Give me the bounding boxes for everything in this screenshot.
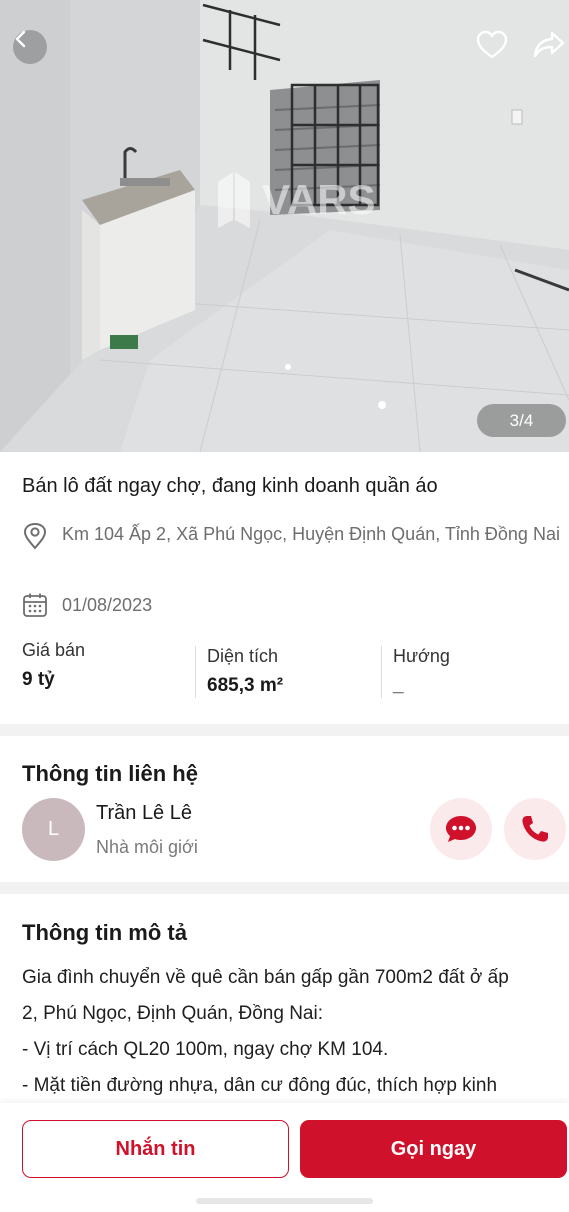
map-pin-icon: [23, 522, 47, 550]
agent-role: Nhà môi giới: [96, 837, 198, 857]
share-icon: [533, 31, 565, 58]
stat-direction-label: Hướng: [393, 646, 450, 666]
back-button[interactable]: [13, 30, 47, 64]
contact-section-title: Thông tin liên hệ: [22, 761, 198, 786]
phone-icon: [522, 816, 548, 842]
home-indicator: [196, 1198, 373, 1204]
avatar[interactable]: L: [22, 798, 85, 861]
stat-divider: [381, 646, 382, 698]
share-button[interactable]: [532, 30, 568, 64]
section-divider: [0, 882, 569, 894]
description-section-title: Thông tin mô tả: [22, 920, 187, 945]
description-body: Gia đình chuyển về quê cần bán gấp gần 7…: [22, 960, 562, 1104]
section-divider: [0, 724, 569, 736]
listing-date: 01/08/2023: [62, 595, 153, 615]
chat-bubble-icon: [446, 816, 476, 842]
stat-divider: [195, 646, 196, 698]
calendar-icon: [23, 593, 47, 617]
call-icon-button[interactable]: [504, 798, 566, 860]
room-photo-illustration: VARS: [0, 0, 569, 452]
stat-area-label: Diện tích: [207, 646, 279, 666]
svg-text:VARS: VARS: [262, 176, 376, 223]
stat-price-value: 9 tỷ: [22, 669, 55, 690]
description-line: Gia đình chuyển về quê cần bán gấp gần 7…: [22, 967, 509, 988]
description-line: - Mặt tiền đường nhựa, dân cư đông đúc, …: [22, 1075, 498, 1096]
stat-area: Diện tích 685,3 m²: [207, 646, 283, 706]
chat-button[interactable]: [430, 798, 492, 860]
agent-name[interactable]: Trần Lê Lê: [96, 802, 192, 825]
description-line: 2, Phú Ngọc, Định Quán, Đồng Nai:: [22, 1003, 324, 1024]
stat-area-value: 685,3 m²: [207, 675, 284, 696]
description-line: - Vị trí cách QL20 100m, ngay chợ KM 104…: [22, 1039, 389, 1060]
listing-stats: Giá bán 9 tỷ Diện tích 685,3 m² Hướng _: [0, 640, 569, 704]
chevron-left-icon: [15, 30, 26, 48]
message-button[interactable]: Nhắn tin: [22, 1120, 289, 1178]
favorite-button[interactable]: [476, 30, 510, 64]
stat-price-label: Giá bán: [22, 640, 86, 660]
vars-watermark: VARS: [218, 172, 376, 228]
photo-counter: 3/4: [477, 404, 566, 437]
listing-photo[interactable]: VARS 3/4: [0, 0, 569, 452]
call-now-button[interactable]: Gọi ngay: [300, 1120, 567, 1178]
heart-icon: [476, 30, 508, 59]
stat-price: Giá bán 9 tỷ: [22, 640, 85, 700]
stat-direction: Hướng _: [393, 646, 450, 706]
stat-direction-value: _: [393, 675, 404, 696]
listing-title: Bán lô đất ngay chợ, đang kinh doanh quầ…: [22, 475, 438, 497]
listing-address: Km 104 Ấp 2, Xã Phú Ngọc, Huyện Định Quá…: [62, 524, 560, 544]
